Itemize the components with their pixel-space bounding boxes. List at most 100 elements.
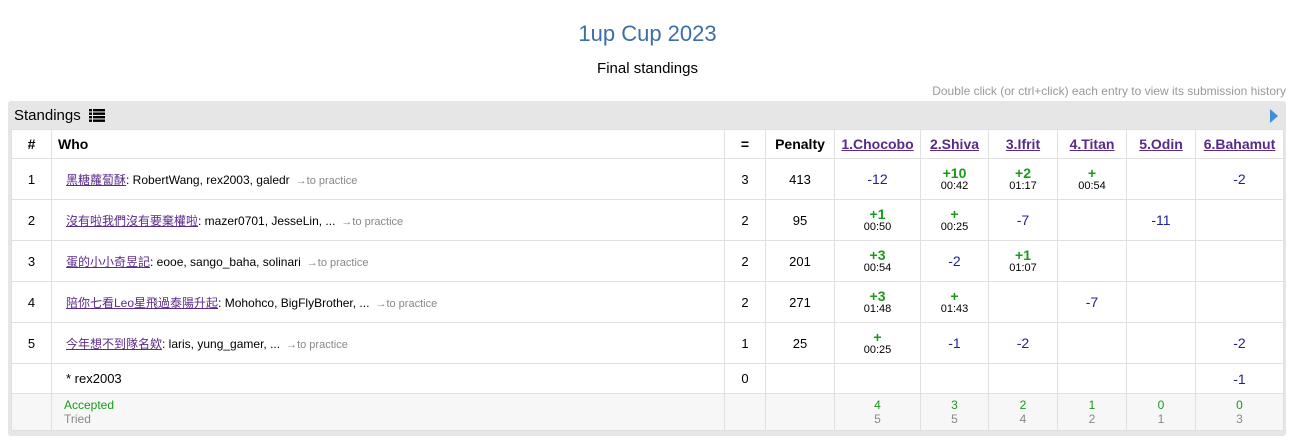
problem-result-cell[interactable] [988, 281, 1058, 323]
problem-result-cell[interactable] [1195, 281, 1284, 323]
header-problem-5: 5.Odin [1126, 129, 1196, 159]
problem-result-cell[interactable]: -12 [834, 158, 921, 200]
header-problem-4: 4.Titan [1057, 129, 1127, 159]
summary-cell: 12 [1057, 393, 1127, 431]
rejected-count: -7 [1085, 294, 1099, 310]
table-row[interactable]: 3 蛋的小小奇昱記: eooe, sango_baha, solinari →to … [11, 240, 1284, 282]
team-link[interactable]: 蛋的小小奇昱記 [66, 255, 150, 269]
problem-result-cell[interactable]: +01:43 [920, 281, 989, 323]
problem-result-cell[interactable]: -11 [1126, 199, 1196, 241]
solved-cell: 2 [724, 281, 766, 323]
problem-result-cell[interactable]: +3 01:48 [834, 281, 921, 323]
team-members: : RobertWang, rex2003, galedr [126, 172, 290, 187]
accepted-time: 01:17 [1009, 179, 1037, 192]
practice-link[interactable]: →to practice [286, 339, 348, 351]
rejected-count: -7 [1016, 212, 1030, 228]
rank-cell: 3 [11, 240, 52, 282]
practice-link[interactable]: →to practice [375, 298, 437, 310]
accepted-count: +3 [869, 246, 886, 263]
rejected-count: -2 [1233, 171, 1246, 187]
problem-result-cell[interactable]: +00:25 [834, 322, 921, 364]
problem-link[interactable]: 2.Shiva [930, 136, 979, 152]
problem-result-cell[interactable] [920, 363, 989, 394]
problem-result-cell[interactable] [1126, 363, 1196, 394]
header-who: Who [51, 129, 725, 159]
tried-total: 2 [1088, 412, 1096, 426]
problem-link[interactable]: 6.Bahamut [1204, 136, 1276, 152]
history-hint: Double click (or ctrl+click) each entry … [932, 84, 1286, 98]
problem-result-cell[interactable] [1126, 158, 1196, 200]
accepted-count: +3 [869, 287, 886, 304]
problem-result-cell[interactable]: +1 01:07 [988, 240, 1058, 282]
problem-link[interactable]: 1.Chocobo [841, 136, 913, 152]
problem-result-cell[interactable]: -1 [1195, 363, 1284, 394]
team-link[interactable]: 今年想不到隊名欸 [66, 337, 162, 351]
problem-link[interactable]: 4.Titan [1070, 136, 1115, 152]
accepted-time: 00:25 [940, 220, 969, 233]
rejected-count: -12 [867, 171, 888, 187]
who-cell: 陪你七看Leo星飛過泰陽升起: Mohohco, BigFlyBrother, … [51, 281, 725, 323]
problem-result-cell[interactable] [834, 363, 921, 394]
problem-result-cell[interactable]: -1 [920, 322, 989, 364]
problem-result-cell[interactable] [1057, 322, 1127, 364]
team-link[interactable]: 陪你七看Leo星飛過泰陽升起 [66, 296, 218, 310]
problem-result-cell[interactable]: +3 00:54 [834, 240, 921, 282]
rejected-count: -11 [1151, 212, 1171, 228]
practice-link[interactable]: →to practice [341, 216, 403, 228]
accepted-label: Accepted [64, 398, 115, 412]
table-row[interactable]: 4 陪你七看Leo星飛過泰陽升起: Mohohco, BigFlyBrother,… [11, 281, 1284, 323]
accepted-total: 0 [1236, 398, 1243, 412]
table-row[interactable]: 5 今年想不到隊名欸: laris, yung_gamer, ... →to pra… [11, 322, 1284, 364]
problem-result-cell[interactable]: -7 [988, 199, 1058, 241]
rank-cell: 1 [11, 158, 52, 200]
team-members: : Mohohco, BigFlyBrother, ... [218, 295, 370, 310]
problem-result-cell[interactable] [988, 363, 1058, 394]
panel-header: Standings [8, 101, 1286, 129]
accepted-total: 2 [1019, 398, 1027, 412]
rank-cell [11, 393, 52, 431]
problem-result-cell[interactable]: +10 00:42 [920, 158, 989, 200]
problem-result-cell[interactable] [1126, 322, 1196, 364]
problem-result-cell[interactable]: -2 [1195, 158, 1284, 200]
header-problem-2: 2.Shiva [920, 129, 989, 159]
problem-result-cell[interactable]: +2 01:17 [988, 158, 1058, 200]
accepted-count: + [1087, 164, 1097, 181]
who-cell: 今年想不到隊名欸: laris, yung_gamer, ... →to prac… [51, 322, 725, 364]
practice-link[interactable]: →to practice [296, 175, 358, 187]
problem-result-cell[interactable]: +00:25 [920, 199, 989, 241]
table-row[interactable]: 2 沒有啦我們沒有要棄權啦: mazer0701, JesseLin, ... →t… [11, 199, 1284, 241]
problem-result-cell[interactable] [1195, 199, 1284, 241]
header-row: # Who = Penalty 1.Chocobo 2.Shiva 3.Ifri… [11, 129, 1284, 159]
problem-result-cell[interactable] [1057, 363, 1127, 394]
rank-cell: 4 [11, 281, 52, 323]
rejected-count: -2 [948, 253, 961, 269]
problem-result-cell[interactable]: -2 [988, 322, 1058, 364]
problem-link[interactable]: 3.Ifrit [1006, 136, 1040, 152]
accepted-count: +1 [1015, 246, 1031, 263]
summary-cell: 45 [834, 393, 921, 431]
table-row[interactable]: * rex2003 0 -1 [11, 363, 1284, 394]
problem-link[interactable]: 5.Odin [1139, 136, 1183, 152]
problem-result-cell[interactable]: -2 [920, 240, 989, 282]
list-icon[interactable] [88, 109, 105, 126]
penalty-cell: 95 [765, 199, 835, 241]
table-row[interactable]: 1 黑糖蘿蔔酥: RobertWang, rex2003, galedr →to p… [11, 158, 1284, 200]
problem-result-cell[interactable] [1126, 240, 1196, 282]
solved-cell: 0 [724, 363, 766, 394]
problem-result-cell[interactable]: -7 [1057, 281, 1127, 323]
arrow-right-icon[interactable] [1270, 109, 1278, 123]
who-cell: 沒有啦我們沒有要棄權啦: mazer0701, JesseLin, ... →to… [51, 199, 725, 241]
team-link[interactable]: 黑糖蘿蔔酥 [66, 173, 126, 187]
problem-result-cell[interactable] [1057, 199, 1127, 241]
problem-result-cell[interactable]: +1 00:50 [834, 199, 921, 241]
problem-result-cell[interactable] [1195, 240, 1284, 282]
team-link[interactable]: 沒有啦我們沒有要棄權啦 [66, 214, 198, 228]
accepted-time: 00:42 [940, 179, 969, 192]
problem-result-cell[interactable] [1126, 281, 1196, 323]
problem-result-cell[interactable]: -2 [1195, 322, 1284, 364]
tried-total: 3 [1236, 412, 1243, 426]
problem-result-cell[interactable]: +00:54 [1057, 158, 1127, 200]
problem-result-cell[interactable] [1057, 240, 1127, 282]
header-solved: = [724, 129, 766, 159]
practice-link[interactable]: →to practice [307, 257, 369, 269]
